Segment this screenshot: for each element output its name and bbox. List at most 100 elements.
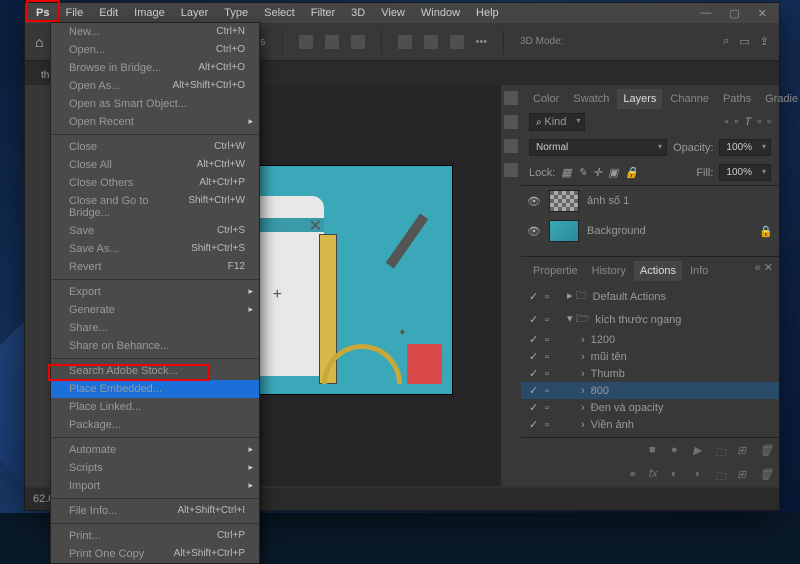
distribute-icon[interactable] [398,35,412,49]
menu-view[interactable]: View [374,4,412,22]
close-button[interactable]: ✕ [758,7,767,20]
action-row[interactable]: ✓▫›1200 [521,331,779,348]
menu-item-share-on-behance[interactable]: Share on Behance... [51,337,259,355]
action-row[interactable]: ✓▫›mũi tên [521,348,779,365]
layer-row[interactable]: 👁Background🔒 [521,216,779,246]
panel-tab-channe[interactable]: Channe [664,89,715,109]
lock-all-icon[interactable]: 🔒 [625,166,639,179]
distribute-icon[interactable] [450,35,464,49]
fx-icon[interactable]: fx [649,468,661,480]
menu-filter[interactable]: Filter [304,4,342,22]
dialog-icon[interactable]: ▫ [545,419,555,431]
action-row[interactable]: ✓▫›Viền ảnh [521,416,779,433]
menu-item-save[interactable]: SaveCtrl+S [51,222,259,240]
menu-item-new[interactable]: New...Ctrl+N [51,23,259,41]
expand-icon[interactable]: › [581,402,585,414]
check-icon[interactable]: ✓ [529,401,539,414]
menu-image[interactable]: Image [127,4,172,22]
mask-icon[interactable]: ◐ [671,468,683,480]
menu-help[interactable]: Help [469,4,506,22]
panel-tab-info[interactable]: Info [684,261,714,281]
menu-item-share[interactable]: Share... [51,319,259,337]
collapse-icon[interactable]: « ✕ [755,261,773,281]
home-icon[interactable]: ⌂ [35,34,43,50]
check-icon[interactable]: ✓ [529,367,539,380]
check-icon[interactable]: ✓ [529,350,539,363]
panel-tab-gradie[interactable]: Gradie [759,89,800,109]
new-layer-icon[interactable]: ⊞ [737,468,749,480]
layer-thumbnail[interactable] [549,190,579,212]
action-row[interactable]: ✓▫›800 [521,382,779,399]
action-row[interactable]: ✓▫▸ 🗀Default Actions [521,285,779,308]
new-action-icon[interactable]: ⊞ [737,444,749,456]
record-icon[interactable]: ● [671,444,683,456]
menu-item-open-as-smart-object[interactable]: Open as Smart Object... [51,95,259,113]
menu-item-close[interactable]: CloseCtrl+W [51,138,259,156]
menu-item-save-as[interactable]: Save As...Shift+Ctrl+S [51,240,259,258]
menu-item-import[interactable]: Import [51,477,259,495]
layer-name[interactable]: Background [587,225,646,237]
new-set-icon[interactable]: 🗀 [715,444,727,456]
expand-icon[interactable]: › [581,351,585,363]
menu-select[interactable]: Select [257,4,302,22]
filter-icon[interactable]: ▫ [725,116,729,128]
panel-icon[interactable] [504,91,518,105]
adjustment-icon[interactable]: ◑ [693,468,705,480]
panel-icon[interactable] [504,139,518,153]
visibility-icon[interactable]: 👁 [527,195,541,208]
panel-tab-history[interactable]: History [586,261,632,281]
menu-item-automate[interactable]: Automate [51,441,259,459]
check-icon[interactable]: ✓ [529,290,539,303]
filter-icon[interactable]: ▫ [735,116,739,128]
fill-input[interactable]: 100% [719,164,771,181]
action-row[interactable]: ✓▫›Thumb [521,365,779,382]
panel-tab-propertie[interactable]: Propertie [527,261,584,281]
panel-tab-paths[interactable]: Paths [717,89,757,109]
lock-pixels-icon[interactable]: ✎ [578,166,587,179]
menu-item-open[interactable]: Open...Ctrl+O [51,41,259,59]
filter-icon[interactable]: ▫ [757,116,761,128]
blend-mode-select[interactable]: Normal [529,139,667,156]
lock-position-icon[interactable]: ✛ [593,166,602,179]
filter-icon[interactable]: T [744,116,751,128]
check-icon[interactable]: ✓ [529,418,539,431]
menu-item-search-adobe-stock[interactable]: Search Adobe Stock... [51,362,259,380]
panel-tab-swatch[interactable]: Swatch [567,89,615,109]
menu-edit[interactable]: Edit [92,4,125,22]
visibility-icon[interactable]: 👁 [527,225,541,238]
dialog-icon[interactable]: ▫ [545,351,555,363]
panel-tab-color[interactable]: Color [527,89,565,109]
dialog-icon[interactable]: ▫ [545,314,555,326]
menu-item-close-all[interactable]: Close AllAlt+Ctrl+W [51,156,259,174]
menu-layer[interactable]: Layer [174,4,216,22]
share-icon[interactable]: ⇪ [760,35,769,48]
menu-item-print-one-copy[interactable]: Print One CopyAlt+Shift+Ctrl+P [51,545,259,563]
link-icon[interactable]: ⚭ [627,468,639,480]
panel-icon[interactable] [504,115,518,129]
panel-tab-actions[interactable]: Actions [634,261,682,281]
filter-icon[interactable]: ▫ [767,116,771,128]
expand-icon[interactable]: › [581,385,585,397]
menu-item-print[interactable]: Print...Ctrl+P [51,527,259,545]
panel-tab-layers[interactable]: Layers [617,89,662,109]
menu-item-revert[interactable]: RevertF12 [51,258,259,276]
layer-filter-kind[interactable]: ⌕ Kind [529,113,585,131]
check-icon[interactable]: ✓ [529,384,539,397]
menu-window[interactable]: Window [414,4,467,22]
lock-artboard-icon[interactable]: ▣ [608,166,618,179]
collapsed-panel-dock[interactable] [501,85,521,486]
trash-icon[interactable]: 🗑 [759,444,771,456]
layer-row[interactable]: 👁 ảnh số 1 [521,186,779,216]
menu-file[interactable]: File [58,4,90,22]
expand-icon[interactable]: › [581,419,585,431]
maximize-button[interactable]: ▢ [729,7,739,20]
check-icon[interactable]: ✓ [529,333,539,346]
menu-item-place-embedded[interactable]: Place Embedded... [51,380,259,398]
check-icon[interactable]: ✓ [529,313,539,326]
layer-name[interactable]: ảnh số 1 [587,195,629,207]
action-row[interactable]: ✓▫▾ 🗁kích thước ngang [521,308,779,331]
lock-transparency-icon[interactable]: ▦ [561,166,571,179]
stop-icon[interactable]: ■ [649,444,661,456]
workspace-icon[interactable]: ▭ [739,35,749,48]
menu-item-browse-in-bridge[interactable]: Browse in Bridge...Alt+Ctrl+O [51,59,259,77]
